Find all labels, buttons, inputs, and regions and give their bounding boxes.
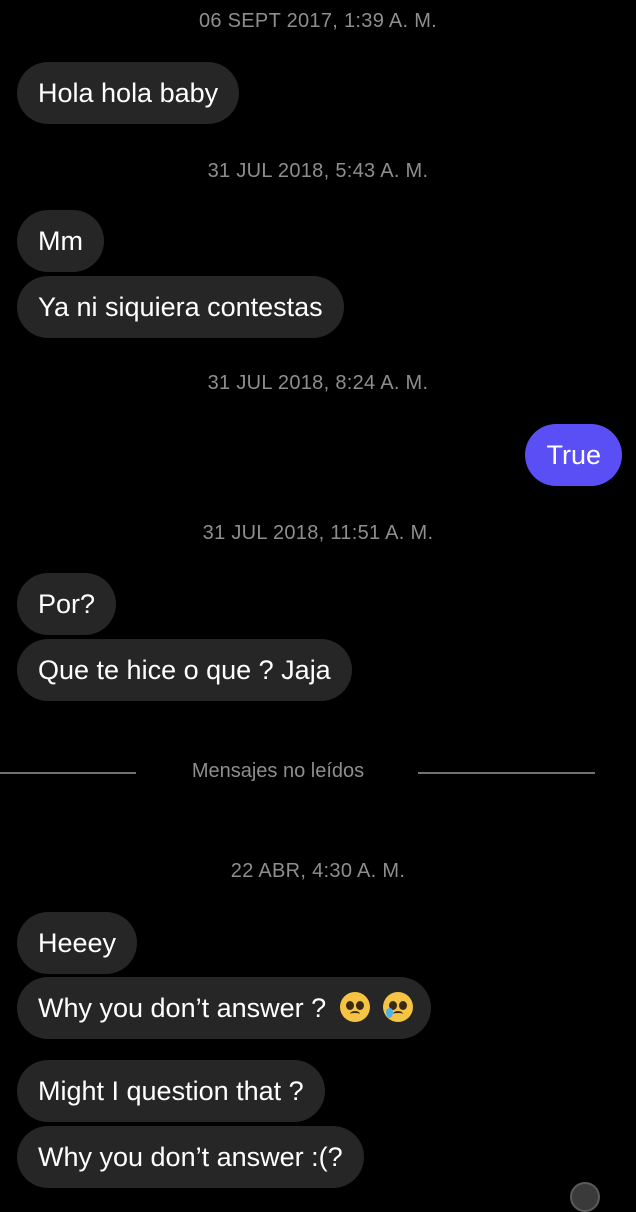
crying-face-emoji-icon [383, 991, 414, 1022]
timestamp: 31 JUL 2018, 5:43 A. M. [207, 160, 429, 182]
incoming-message[interactable]: Que te hice o que ? Jaja [17, 639, 352, 701]
incoming-message[interactable]: Ya ni siquiera contestas [17, 276, 344, 338]
outgoing-message[interactable]: True [525, 424, 622, 486]
incoming-message[interactable]: Might I question that ? [17, 1060, 325, 1122]
seen-avatar-icon [570, 1182, 600, 1212]
timestamp: 06 SEPT 2017, 1:39 A. M. [198, 10, 438, 32]
timestamp: 22 ABR, 4:30 A. M. [230, 860, 406, 882]
incoming-message[interactable]: Heeey [17, 912, 138, 974]
incoming-message[interactable]: Why you don’t answer :(? [17, 1126, 364, 1188]
message-thread: 06 SEPT 2017, 1:39 A. M. Hola hola baby … [0, 0, 636, 1212]
incoming-message[interactable]: Mm [17, 210, 104, 272]
pleading-face-emoji-icon [339, 991, 370, 1022]
timestamp: 31 JUL 2018, 8:24 A. M. [207, 372, 429, 394]
message-text: Why you don’t answer ? [38, 993, 327, 1023]
incoming-message-with-emoji[interactable]: Why you don’t answer ? [17, 977, 432, 1039]
unread-divider-line-right [418, 772, 595, 774]
timestamp: 31 JUL 2018, 11:51 A. M. [202, 522, 434, 544]
incoming-message[interactable]: Hola hola baby [17, 62, 240, 124]
incoming-message[interactable]: Por? [17, 573, 117, 635]
